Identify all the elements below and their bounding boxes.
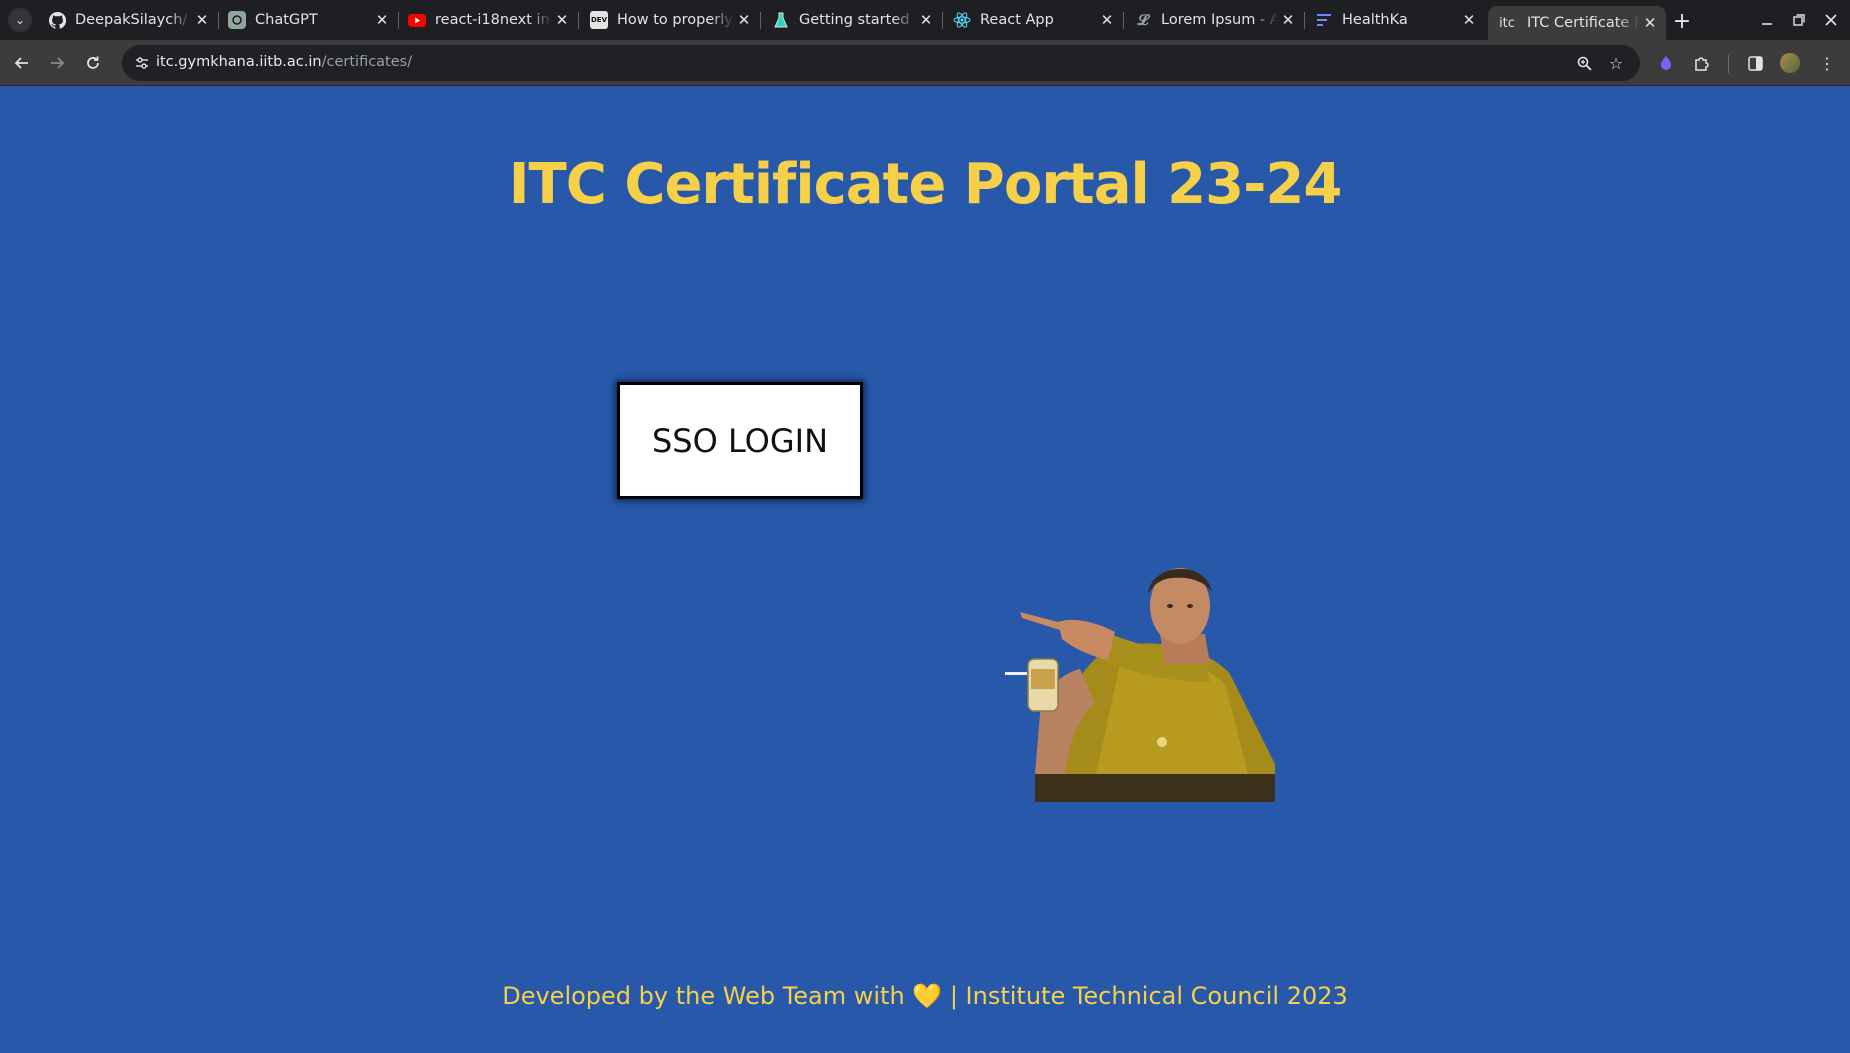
chatgpt-icon bbox=[228, 11, 246, 29]
tab-title: React App bbox=[980, 12, 1054, 28]
minimize-icon bbox=[1762, 23, 1772, 25]
tab-search-button[interactable]: ⌄ bbox=[8, 8, 32, 32]
side-panel-icon[interactable] bbox=[1742, 50, 1768, 76]
close-icon[interactable]: ✕ bbox=[734, 10, 754, 30]
close-icon[interactable]: ✕ bbox=[372, 10, 392, 30]
close-icon bbox=[1825, 14, 1837, 26]
tab-title: Lorem Ipsum - A bbox=[1161, 12, 1278, 28]
tab-healthka[interactable]: HealthKa ✕ bbox=[1307, 0, 1485, 40]
tab-title: react-i18next in bbox=[435, 12, 550, 28]
page-content: ITC Certificate Portal 23-24 SSO LOGIN D… bbox=[0, 86, 1850, 1053]
reload-button[interactable] bbox=[79, 49, 107, 77]
close-window-button[interactable] bbox=[1817, 8, 1845, 32]
tab-dev[interactable]: DEV How to properly ✕ bbox=[582, 0, 761, 40]
tab-title: HealthKa bbox=[1342, 12, 1408, 28]
flask-icon bbox=[772, 11, 790, 29]
back-arrow-icon bbox=[14, 57, 28, 69]
close-icon[interactable]: ✕ bbox=[552, 10, 572, 30]
tab-github[interactable]: DeepakSilaych/ ✕ bbox=[40, 0, 219, 40]
tab-title: Getting started bbox=[799, 12, 910, 28]
sso-login-button[interactable]: SSO LOGIN bbox=[617, 382, 863, 499]
tab-title: ChatGPT bbox=[255, 12, 318, 28]
profile-avatar[interactable] bbox=[1777, 50, 1803, 76]
browser-toolbar: itc.gymkhana.iitb.ac.in/certificates/ ☆ … bbox=[0, 40, 1850, 86]
dev-icon: DEV bbox=[590, 11, 608, 29]
extensions-puzzle-icon[interactable] bbox=[1689, 50, 1715, 76]
close-icon[interactable]: ✕ bbox=[1640, 13, 1660, 33]
close-icon[interactable]: ✕ bbox=[1097, 10, 1117, 30]
tab-youtube[interactable]: react-i18next in ✕ bbox=[400, 0, 579, 40]
restore-button[interactable] bbox=[1785, 8, 1813, 32]
close-icon[interactable]: ✕ bbox=[1459, 10, 1479, 30]
tab-chatgpt[interactable]: ChatGPT ✕ bbox=[220, 0, 399, 40]
page-title: ITC Certificate Portal 23-24 bbox=[508, 152, 1343, 217]
back-button[interactable] bbox=[8, 49, 36, 77]
github-icon bbox=[48, 11, 66, 29]
chevron-down-icon: ⌄ bbox=[14, 13, 26, 27]
plus-icon: + bbox=[1672, 8, 1692, 34]
tab-lorem-ipsum[interactable]: 𝓛 Lorem Ipsum - A ✕ bbox=[1126, 0, 1305, 40]
url-path: /certificates/ bbox=[321, 54, 413, 70]
close-icon[interactable]: ✕ bbox=[916, 10, 936, 30]
restore-icon bbox=[1793, 14, 1805, 26]
site-settings-icon[interactable] bbox=[130, 51, 154, 75]
tab-itc-certificate[interactable]: itc ITC Certificate P ✕ bbox=[1488, 6, 1666, 40]
new-tab-button[interactable]: + bbox=[1670, 8, 1694, 34]
zoom-icon[interactable] bbox=[1572, 51, 1596, 75]
tab-title: How to properly bbox=[617, 12, 733, 28]
tab-strip: ⌄ DeepakSilaych/ ✕ ChatGPT ✕ react-i18ne… bbox=[0, 0, 1850, 40]
meme-image bbox=[1005, 568, 1275, 802]
footer-text: Developed by the Web Team with 💛 | Insti… bbox=[502, 982, 1348, 1010]
tab-title: ITC Certificate P bbox=[1527, 15, 1640, 31]
healthka-icon bbox=[1315, 11, 1333, 29]
forward-arrow-icon bbox=[51, 57, 65, 69]
minimize-button[interactable] bbox=[1753, 8, 1781, 32]
url-text: itc.gymkhana.iitb.ac.in/certificates/ bbox=[156, 54, 412, 70]
itc-icon: itc bbox=[1499, 15, 1515, 31]
forward-button[interactable] bbox=[43, 49, 71, 77]
address-bar[interactable]: itc.gymkhana.iitb.ac.in/certificates/ ☆ bbox=[122, 45, 1640, 81]
tab-title: DeepakSilaych/ bbox=[75, 12, 188, 28]
menu-kebab-icon[interactable]: ⋮ bbox=[1814, 50, 1840, 76]
close-icon[interactable]: ✕ bbox=[192, 10, 212, 30]
reload-icon bbox=[87, 56, 99, 69]
lorem-icon: 𝓛 bbox=[1137, 11, 1149, 29]
extension-icon[interactable] bbox=[1653, 50, 1679, 76]
react-icon bbox=[953, 11, 971, 29]
close-icon[interactable]: ✕ bbox=[1278, 10, 1298, 30]
url-host: itc.gymkhana.iitb.ac.in bbox=[156, 54, 322, 70]
youtube-icon bbox=[408, 11, 426, 29]
avatar bbox=[1780, 53, 1800, 73]
bookmark-star-icon[interactable]: ☆ bbox=[1604, 51, 1628, 75]
tab-react-app[interactable]: React App ✕ bbox=[945, 0, 1124, 40]
tab-getting-started[interactable]: Getting started ✕ bbox=[764, 0, 943, 40]
